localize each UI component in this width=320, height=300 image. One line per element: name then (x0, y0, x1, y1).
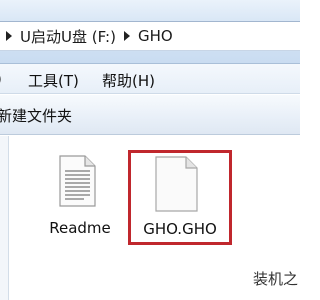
command-toolbar: 新建文件夹 (0, 95, 300, 135)
menu-bar: ) 工具(T) 帮助(H) (0, 64, 300, 94)
menu-item-partial[interactable]: ) (0, 70, 2, 88)
watermark-text: 装机之 (253, 270, 299, 288)
chevron-right-icon[interactable] (123, 31, 130, 41)
address-bar: U启动U盘 (F:) GHO (0, 0, 300, 64)
breadcrumb-item-folder[interactable]: GHO (138, 27, 173, 45)
navigation-pane[interactable] (0, 136, 9, 300)
new-folder-button[interactable]: 新建文件夹 (0, 105, 72, 126)
breadcrumb[interactable]: U启动U盘 (F:) GHO (0, 21, 300, 51)
highlight-box (128, 150, 232, 245)
file-item-readme[interactable]: Readme (40, 155, 120, 247)
menu-item-help[interactable]: 帮助(H) (102, 70, 155, 91)
breadcrumb-item-drive[interactable]: U启动U盘 (F:) (20, 26, 116, 47)
chevron-right-icon[interactable] (6, 31, 12, 41)
file-name: Readme (49, 219, 111, 237)
menu-item-tools[interactable]: 工具(T) (28, 70, 79, 91)
text-document-icon (59, 155, 96, 207)
